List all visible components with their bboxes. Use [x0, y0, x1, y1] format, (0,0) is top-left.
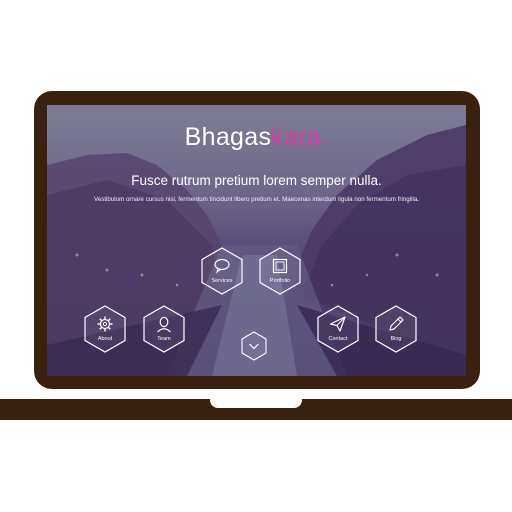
nav-contact-button[interactable]: Contact	[314, 305, 362, 353]
nav-portfolio-button[interactable]: Portfolio	[256, 247, 304, 295]
nav-services-button[interactable]: Services	[198, 247, 246, 295]
gear-icon	[97, 316, 113, 332]
brand-accent: kara	[271, 123, 322, 151]
nav-team-button[interactable]: Team	[140, 305, 188, 353]
nav-about-label: About	[97, 336, 113, 342]
brand-logo[interactable]: Bhagaskara.	[47, 123, 466, 152]
nav-about-button[interactable]: About	[81, 305, 129, 353]
laptop-base-notch	[210, 399, 302, 408]
hero-subtext: Vestibulum ornare cursus nisl, fermentum…	[94, 196, 419, 203]
nav-blog-label: Blog	[390, 336, 402, 342]
paper-plane-icon	[329, 316, 346, 332]
hero-tagline: Fusce rutrum pretium lorem semper nulla.	[131, 173, 382, 188]
nav-team-label: Team	[157, 336, 171, 342]
nav-portfolio-label: Portfolio	[269, 278, 291, 284]
nav-blog-button[interactable]: Blog	[372, 305, 420, 353]
nav-contact-label: Contact	[328, 336, 348, 342]
website-screen: Bhagaskara. Fusce rutrum pretium lorem s…	[47, 105, 466, 376]
brand-dot: .	[321, 123, 329, 151]
brand-main: Bhagas	[184, 123, 272, 151]
pencil-icon	[389, 316, 404, 331]
user-icon	[157, 316, 171, 333]
nav-services-label: Services	[211, 278, 233, 284]
image-frame-icon	[272, 258, 288, 274]
scroll-down-button[interactable]	[240, 331, 268, 361]
chat-bubble-icon	[214, 258, 230, 274]
